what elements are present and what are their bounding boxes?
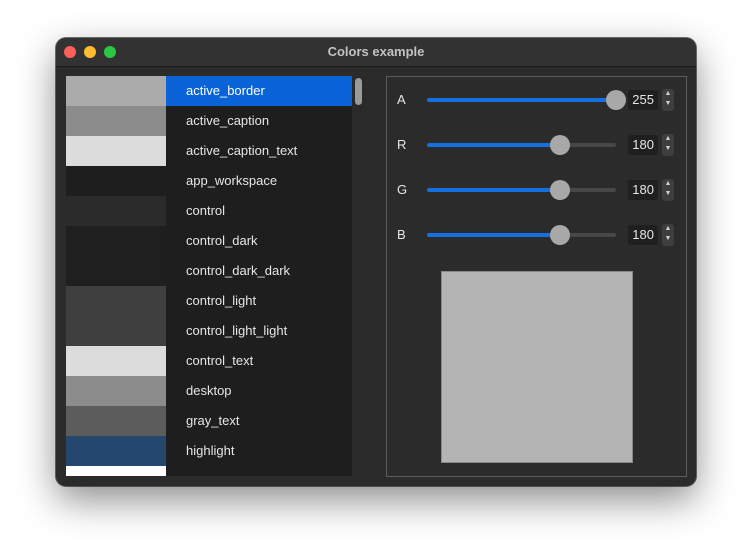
color-name: active_caption_text bbox=[166, 136, 352, 166]
channel-slider[interactable] bbox=[427, 225, 616, 245]
list-item[interactable]: active_caption bbox=[66, 106, 352, 136]
color-list[interactable]: active_border active_caption active_captio… bbox=[66, 76, 366, 476]
window-title: Colors example bbox=[327, 44, 425, 59]
color-name: control_dark_dark bbox=[166, 256, 352, 286]
color-swatch bbox=[66, 256, 166, 286]
list-item[interactable]: app_workspace bbox=[66, 166, 352, 196]
stepper-arrows-icon[interactable]: ▲ ▼ bbox=[662, 179, 674, 201]
channel-label: B bbox=[397, 227, 406, 242]
color-name: control_light bbox=[166, 286, 352, 316]
list-item[interactable]: active_border bbox=[66, 76, 352, 106]
color-name: control bbox=[166, 196, 352, 226]
color-swatch bbox=[66, 346, 166, 376]
stepper-arrows-icon[interactable]: ▲ ▼ bbox=[662, 134, 674, 156]
list-item[interactable]: control bbox=[66, 196, 352, 226]
stepper-arrows-icon[interactable]: ▲ ▼ bbox=[662, 89, 674, 111]
list-item[interactable]: control_light bbox=[66, 286, 352, 316]
color-name: app_workspace bbox=[166, 166, 352, 196]
color-swatch bbox=[66, 136, 166, 166]
color-swatch bbox=[66, 376, 166, 406]
list-item[interactable]: control_dark_dark bbox=[66, 256, 352, 286]
app-window: Colors example active_border active_capti… bbox=[56, 38, 696, 486]
slider-fill bbox=[427, 233, 560, 237]
slider-fill bbox=[427, 143, 560, 147]
slider-row-a: A 255 ▲ ▼ bbox=[387, 85, 686, 115]
color-swatch bbox=[66, 406, 166, 436]
slider-thumb[interactable] bbox=[550, 135, 570, 155]
color-editor-panel: A 255 ▲ ▼ R 180 ▲ ▼ G 180 ▲ ▼ B 180 ▲ ▼ bbox=[386, 76, 687, 477]
channel-label: A bbox=[397, 92, 406, 107]
slider-thumb[interactable] bbox=[606, 90, 626, 110]
list-item[interactable]: control_text bbox=[66, 346, 352, 376]
color-name: active_border bbox=[166, 76, 352, 106]
title-bar: Colors example bbox=[56, 38, 696, 67]
slider-row-g: G 180 ▲ ▼ bbox=[387, 175, 686, 205]
list-item[interactable]: gray_text bbox=[66, 406, 352, 436]
color-swatch bbox=[66, 196, 166, 226]
channel-value-field[interactable]: 180 bbox=[628, 225, 658, 245]
color-name: control_dark bbox=[166, 226, 352, 256]
slider-fill bbox=[427, 188, 560, 192]
color-name: control_text bbox=[166, 346, 352, 376]
color-preview bbox=[441, 271, 633, 463]
color-name: gray_text bbox=[166, 406, 352, 436]
color-name: active_caption bbox=[166, 106, 352, 136]
slider-row-b: B 180 ▲ ▼ bbox=[387, 220, 686, 250]
list-item[interactable]: highlight bbox=[66, 436, 352, 466]
channel-slider[interactable] bbox=[427, 135, 616, 155]
channel-value-field[interactable]: 180 bbox=[628, 135, 658, 155]
list-item[interactable]: desktop bbox=[66, 376, 352, 406]
scrollbar-thumb[interactable] bbox=[355, 78, 362, 105]
color-name: control_light_light bbox=[166, 316, 352, 346]
list-scrollbar[interactable] bbox=[352, 76, 366, 476]
color-name: highlight bbox=[166, 436, 352, 466]
slider-fill bbox=[427, 98, 616, 102]
list-item[interactable] bbox=[66, 466, 352, 476]
color-name: desktop bbox=[166, 376, 352, 406]
channel-slider[interactable] bbox=[427, 90, 626, 110]
slider-row-r: R 180 ▲ ▼ bbox=[387, 130, 686, 160]
channel-value-field[interactable]: 180 bbox=[628, 180, 658, 200]
color-swatch bbox=[66, 226, 166, 256]
slider-thumb[interactable] bbox=[550, 180, 570, 200]
channel-label: R bbox=[397, 137, 407, 152]
list-item[interactable]: control_light_light bbox=[66, 316, 352, 346]
color-swatch bbox=[66, 466, 166, 476]
channel-value-field[interactable]: 255 bbox=[628, 90, 658, 110]
color-swatch bbox=[66, 166, 166, 196]
color-name bbox=[166, 466, 352, 476]
color-swatch bbox=[66, 436, 166, 466]
stepper-arrows-icon[interactable]: ▲ ▼ bbox=[662, 224, 674, 246]
channel-label: G bbox=[397, 182, 408, 197]
color-swatch bbox=[66, 286, 166, 316]
color-swatch bbox=[66, 316, 166, 346]
list-item[interactable]: active_caption_text bbox=[66, 136, 352, 166]
color-swatch bbox=[66, 76, 166, 106]
list-item[interactable]: control_dark bbox=[66, 226, 352, 256]
channel-slider[interactable] bbox=[427, 180, 616, 200]
slider-thumb[interactable] bbox=[550, 225, 570, 245]
color-swatch bbox=[66, 106, 166, 136]
